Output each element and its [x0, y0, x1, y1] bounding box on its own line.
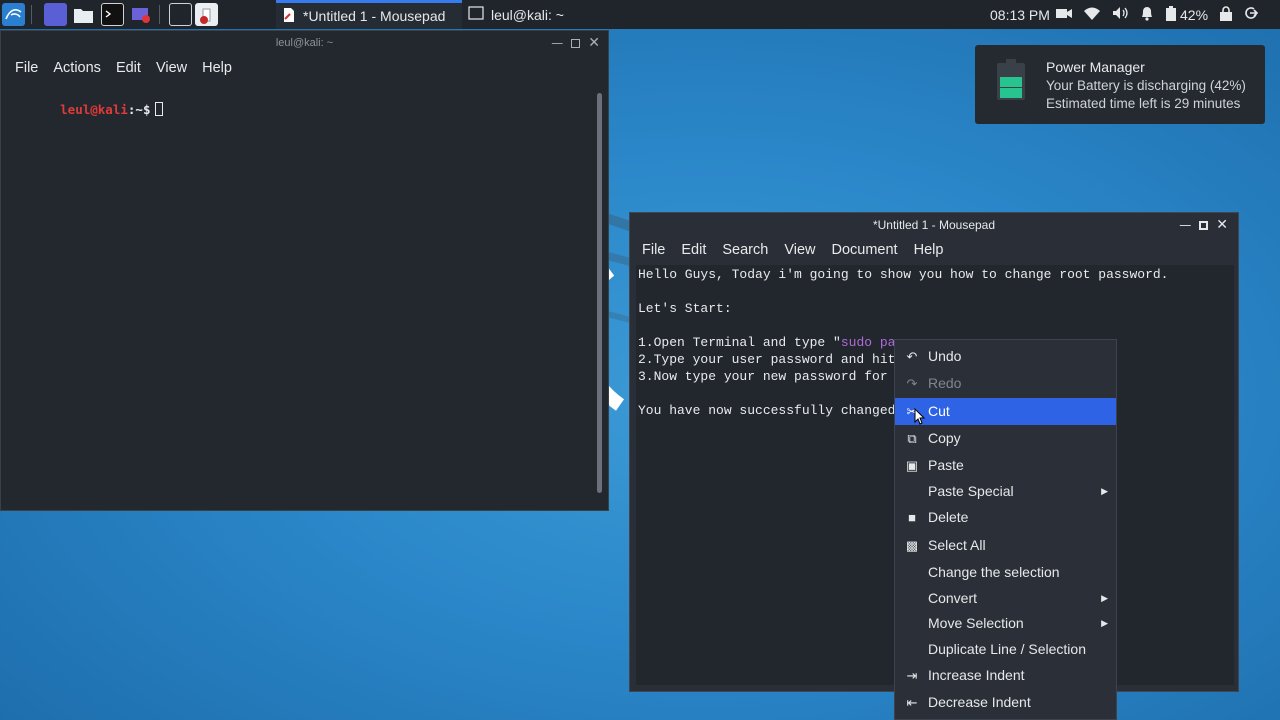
menu-item-paste-special[interactable]: Paste Special ▶ [895, 478, 1116, 505]
notification-line: Estimated time left is 29 minutes [1046, 96, 1241, 111]
power-manager-notification[interactable]: Power Manager Your Battery is dischargin… [975, 45, 1265, 124]
menu-item-decrease-indent[interactable]: ⇤ Decrease Indent [895, 689, 1116, 716]
minimize-button[interactable]: — [1179, 218, 1191, 232]
notification-body: Your Battery is discharging (42%) Estima… [1046, 77, 1246, 113]
menu-item-increase-indent[interactable]: ⇥ Increase Indent [895, 662, 1116, 689]
menu-file[interactable]: File [15, 60, 38, 76]
menu-file[interactable]: File [642, 242, 665, 258]
menu-view[interactable]: View [156, 60, 187, 76]
menu-item-delete[interactable]: ■ Delete [895, 504, 1116, 531]
menu-actions[interactable]: Actions [53, 60, 101, 76]
menu-item-label: Convert [928, 590, 978, 606]
text-line: 1.Open Terminal and type "sudo pass [638, 335, 911, 350]
menu-item-label: Increase Indent [928, 667, 1025, 683]
battery-status-icon [996, 59, 1026, 106]
menu-item-undo[interactable]: ↶ Undo [895, 343, 1116, 370]
menu-document[interactable]: Document [832, 242, 898, 258]
menu-item-label: Delete [928, 509, 969, 525]
prompt-user: leul@kali [60, 102, 128, 117]
text-line: You have now successfully changed y [638, 403, 912, 418]
menu-item-cut[interactable]: ✂ Cut [895, 398, 1116, 425]
menu-item-label: Move Selection [928, 615, 1024, 631]
indent-decrease-icon: ⇤ [906, 695, 918, 710]
menu-help[interactable]: Help [914, 242, 944, 258]
mouse-pointer-icon [914, 408, 926, 425]
menu-item-duplicate-line[interactable]: Duplicate Line / Selection [895, 636, 1116, 663]
paste-icon: ▣ [905, 458, 919, 473]
close-button[interactable]: ✕ [588, 35, 600, 51]
menu-item-move-selection[interactable]: Move Selection ▶ [895, 610, 1116, 637]
submenu-arrow-icon: ▶ [1101, 593, 1108, 603]
menu-edit[interactable]: Edit [116, 60, 141, 76]
menu-item-change-selection[interactable]: Change the selection [895, 559, 1116, 586]
menu-item-paste[interactable]: ▣ Paste [895, 452, 1116, 479]
menu-item-select-all[interactable]: ▩ Select All [895, 532, 1116, 559]
menu-item-convert[interactable]: Convert ▶ [895, 585, 1116, 612]
menu-item-label: Undo [928, 348, 962, 364]
menu-item-label: Paste [928, 457, 964, 473]
submenu-arrow-icon: ▶ [1101, 486, 1108, 496]
minimize-button[interactable]: — [551, 36, 563, 50]
menu-item-label: Redo [928, 375, 962, 391]
notification-title: Power Manager [1046, 59, 1145, 75]
menu-item-label: Duplicate Line / Selection [928, 641, 1086, 657]
terminal-window[interactable]: leul@kali: ~ — ✕ File Actions Edit View … [0, 30, 609, 511]
text-line: 3.Now type your new password for ro [638, 369, 912, 384]
terminal-output[interactable]: leul@kali:~$ [1, 81, 608, 501]
terminal-prompt: leul@kali:~$ [15, 87, 164, 132]
menu-view[interactable]: View [784, 242, 815, 258]
maximize-button[interactable] [571, 38, 581, 48]
menu-item-redo[interactable]: ↷ Redo [895, 370, 1116, 397]
menu-item-label: Paste Special [928, 483, 1014, 499]
menu-item-label: Change the selection [928, 564, 1060, 580]
text-line: Hello Guys, Today i'm going to show you … [638, 267, 1169, 282]
mousepad-title: *Untitled 1 - Mousepad [872, 218, 996, 232]
menu-edit[interactable]: Edit [681, 242, 706, 258]
copy-icon: ⧉ [907, 431, 917, 446]
text-fragment: 1.Open Terminal and type " [638, 335, 841, 350]
trash-icon: ■ [908, 510, 916, 525]
edit-context-menu[interactable]: ↶ Undo ↷ Redo ✂ Cut ⧉ Copy ▣ Paste Paste… [894, 339, 1117, 720]
undo-icon: ↶ [906, 349, 918, 364]
terminal-title: leul@kali: ~ [275, 37, 334, 49]
menu-item-label: Decrease Indent [928, 694, 1031, 710]
prompt-path: :~$ [127, 102, 151, 117]
menu-item-label: Select All [928, 537, 986, 553]
menu-item-label: Copy [928, 430, 961, 446]
menu-search[interactable]: Search [722, 242, 768, 258]
text-line: 2.Type your user password and hit e [638, 352, 912, 367]
terminal-cursor [155, 102, 164, 116]
submenu-arrow-icon: ▶ [1101, 618, 1108, 628]
close-button[interactable]: ✕ [1216, 217, 1228, 233]
indent-increase-icon: ⇥ [906, 668, 918, 683]
terminal-scrollbar[interactable] [597, 93, 602, 493]
notification-line: Your Battery is discharging (42%) [1046, 78, 1246, 93]
menu-item-copy[interactable]: ⧉ Copy [895, 425, 1116, 452]
redo-icon: ↷ [906, 376, 918, 391]
menu-help[interactable]: Help [202, 60, 232, 76]
maximize-button[interactable] [1199, 220, 1209, 230]
select-all-icon: ▩ [905, 538, 919, 553]
menu-item-label: Cut [928, 403, 950, 419]
text-line: Let's Start: [638, 301, 732, 316]
